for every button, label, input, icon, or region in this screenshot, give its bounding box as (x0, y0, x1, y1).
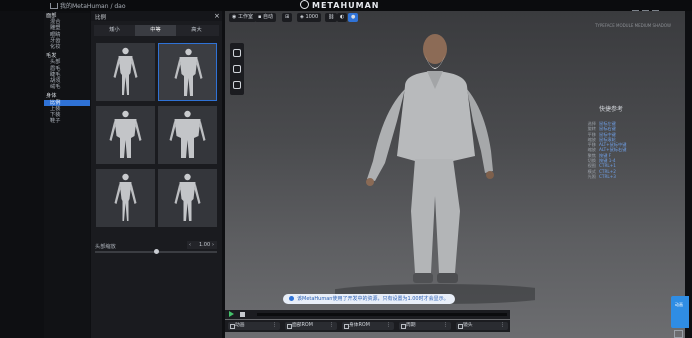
right-hand (486, 171, 494, 179)
app-logo-text: METAHUMAN (312, 1, 380, 10)
body-type-card[interactable] (96, 169, 155, 227)
body-type-card[interactable] (96, 106, 155, 164)
more-icon[interactable]: ⋮ (329, 322, 334, 330)
increment-icon[interactable]: › (212, 241, 214, 249)
info-icon (289, 296, 294, 301)
head (423, 34, 447, 64)
body-type-card[interactable] (158, 43, 217, 101)
home-icon[interactable] (50, 3, 58, 9)
body-figure-icon (169, 110, 206, 158)
right-edge (685, 11, 692, 338)
animation-chip[interactable]: 身体ROM ⋮ (342, 322, 394, 330)
body-figure-icon (109, 110, 142, 158)
environment-dropdown[interactable]: ◉ 工作室 (229, 13, 256, 22)
grid-icon[interactable]: ⊞ (285, 14, 289, 20)
animation-chip[interactable]: 周期 ⋮ (399, 322, 451, 330)
stop-icon[interactable] (240, 311, 245, 317)
decrement-icon[interactable]: ‹ (189, 241, 191, 249)
body-type-card[interactable] (96, 43, 155, 101)
body-type-card[interactable] (158, 169, 217, 227)
more-icon[interactable]: ⋮ (500, 322, 505, 330)
grid-toggle[interactable]: ⊞ (282, 13, 293, 22)
body-figure-icon (174, 48, 203, 96)
animation-chip[interactable]: 面部ROM ⋮ (285, 322, 337, 330)
select-icon[interactable] (233, 49, 241, 57)
left-hand (366, 178, 374, 186)
3d-viewport[interactable]: ◉ 工作室 ▪ 自动 ⊞ ◈ 1000 ⛓ ◐ ● TYPEFACE MODUL… (225, 11, 685, 338)
lod-dropdown[interactable]: ◈ 1000 (297, 13, 322, 22)
more-icon[interactable]: ⋮ (386, 322, 391, 330)
body-figure-icon (113, 47, 138, 95)
body-type-card[interactable] (158, 106, 217, 164)
reference-row: 光照 CTRL+3 (550, 174, 650, 179)
panel-header: 比例 × (91, 11, 222, 21)
fullscreen-icon[interactable] (674, 330, 683, 338)
animation-chip-label[interactable]: 动画 (235, 323, 245, 328)
proportion-panel: 比例 × 矮小 中等 高大 头部缩放 ‹ 1.00 › (91, 11, 222, 338)
left-shoe (413, 273, 433, 283)
more-icon[interactable]: ⋮ (272, 322, 277, 330)
right-shoe (437, 273, 458, 283)
proportion-tabs[interactable]: 矮小 中等 高大 (94, 25, 219, 36)
more-icon[interactable]: ⋮ (443, 322, 448, 330)
quick-reference-list: 选择 鼠标左键 旋转 鼠标右键 平移 鼠标中键 缩放 鼠标滚轮 平移 ALT+鼠标中键 缩放 ALT+… (550, 121, 650, 179)
head-scale-stepper[interactable]: ‹ 1.00 › (187, 241, 217, 249)
notice-banner: 该MetaHuman使用了开发中的资源，只有设置为1.00时才会显示。 (283, 294, 455, 304)
playback-bar (225, 310, 510, 319)
move-icon[interactable] (233, 81, 241, 89)
rotate-icon[interactable] (233, 65, 241, 73)
character-model[interactable] (335, 11, 535, 311)
tab-short[interactable]: 矮小 (94, 25, 135, 36)
animation-chip-label[interactable]: 面部ROM (292, 323, 313, 328)
animation-icon (401, 324, 406, 329)
tab-tall[interactable]: 高大 (176, 25, 217, 36)
animation-icon (230, 324, 235, 329)
camera-label[interactable]: 自动 (263, 14, 273, 20)
animation-chip-label[interactable]: 周期 (406, 323, 416, 328)
animation-side-tab-label[interactable]: 动画 (675, 302, 684, 308)
breadcrumb-text[interactable]: 我的MetaHuman / dao (60, 3, 126, 10)
left-sleeve (367, 89, 405, 181)
head-scale-label: 头部缩放 (95, 244, 116, 250)
viewport-side-tools[interactable] (230, 43, 244, 95)
play-icon[interactable] (229, 311, 234, 317)
nav-item[interactable]: 鞋子 (44, 118, 90, 124)
animation-chip-label[interactable]: 身体ROM (349, 323, 370, 328)
left-nav: 面部 混合 雕塑 眼睛 牙齿 化妆 毛发 头部 眉毛 睫毛 胡须 绒毛 身体 比例 上装 下装 鞋子 (44, 13, 90, 338)
animation-side-tab[interactable]: 动画 (671, 296, 689, 328)
animation-icon (344, 324, 349, 329)
app-logo: METAHUMAN (300, 0, 380, 10)
panel-title: 比例 (95, 15, 107, 21)
viewport-overlay-text: TYPEFACE MODULE MEDIUM SHADOW (594, 23, 671, 28)
environment-label[interactable]: 工作室 (238, 14, 253, 20)
animation-chip[interactable]: 动画 ⋮ (228, 322, 280, 330)
quick-reference-title: 快捷参考 (599, 106, 624, 113)
animation-chip[interactable]: 镜头 ⋮ (456, 322, 508, 330)
nav-item[interactable]: 化妆 (44, 44, 90, 50)
reference-value: CTRL+3 (599, 173, 616, 179)
nav-item[interactable]: 绒毛 (44, 84, 90, 90)
head-scale-slider-knob[interactable] (154, 249, 159, 254)
metahuman-logo-icon (300, 0, 309, 9)
window-controls[interactable] (632, 2, 680, 17)
body-figure-icon (174, 173, 201, 221)
link-icon[interactable]: ⛓ (328, 14, 334, 20)
body-figure-icon (114, 173, 137, 221)
breadcrumb[interactable]: 我的MetaHuman / dao (50, 1, 126, 10)
animation-chip-label[interactable]: 镜头 (463, 323, 473, 328)
tab-medium[interactable]: 中等 (135, 25, 176, 36)
animation-icon (287, 324, 292, 329)
lod-label[interactable]: 1000 (305, 14, 318, 20)
head-scale-value[interactable]: 1.00 (199, 241, 210, 249)
notice-text: 该MetaHuman使用了开发中的资源，只有设置为1.00时才会显示。 (297, 296, 449, 302)
animation-chip-bar: 动画 ⋮ 面部ROM ⋮ 身体ROM ⋮ 周期 ⋮ 镜头 ⋮ (225, 320, 510, 332)
sweatpants (411, 159, 460, 273)
nav-groups: 面部 混合 雕塑 眼睛 牙齿 化妆 毛发 头部 眉毛 睫毛 胡须 绒毛 身体 比例 上装 下装 鞋子 (44, 13, 90, 124)
close-icon[interactable]: × (214, 12, 220, 20)
reference-key: 光照 (587, 173, 596, 179)
camera-dropdown[interactable]: ▪ 自动 (255, 13, 276, 22)
animation-icon (458, 324, 463, 329)
timeline-scrubber[interactable] (257, 313, 507, 316)
